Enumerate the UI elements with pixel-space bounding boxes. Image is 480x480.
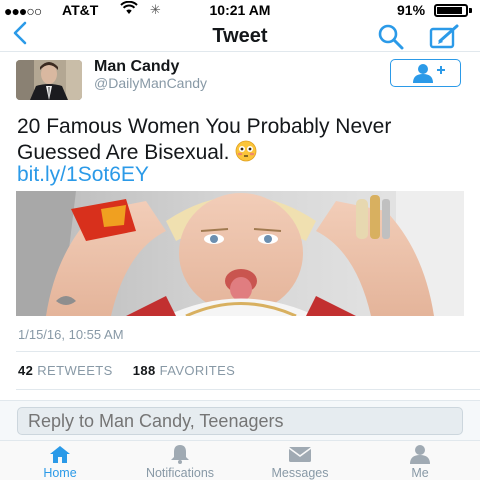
bell-icon [171,445,189,464]
envelope-icon [288,447,312,462]
divider [16,389,480,390]
media-photo [16,191,464,316]
compose-icon [429,24,459,49]
status-bar: ●●●○○ AT&T ✳ 10:21 AM 91% [0,0,480,20]
author-name[interactable]: Man Candy [94,58,179,76]
compose-button[interactable] [428,23,462,51]
reply-input[interactable] [17,407,463,435]
favorites-count: 188 [132,363,156,378]
battery-fill [437,7,463,14]
tab-messages[interactable]: Messages [250,441,350,480]
reply-bar [0,400,480,440]
battery-percentage: 91% [397,2,426,18]
tweet-timestamp: 1/15/16, 10:55 AM [18,327,124,342]
flushed-face-emoji-icon [235,140,257,162]
avatar[interactable] [16,60,82,100]
battery-icon [434,4,472,17]
avatar-photo [16,60,82,100]
home-icon [50,446,70,463]
follow-button[interactable] [390,59,461,87]
tweet-body: 20 Famous Women You Probably Never Guess… [17,115,392,164]
favorites-stat[interactable]: 188 FAVORITES [133,363,236,378]
tab-notifications[interactable]: Notifications [130,441,230,480]
tweet-link[interactable]: bit.ly/1Sot6EY [17,163,149,187]
tweet-stats: 42 RETWEETS 188 FAVORITES [18,363,235,378]
tab-bar: Home Notifications Messages Me [0,440,480,480]
tweet-media-image[interactable] [16,191,464,316]
retweets-stat[interactable]: 42 RETWEETS [18,363,113,378]
favorites-label: FAVORITES [159,363,236,378]
tab-me[interactable]: Me [370,441,470,480]
tweet-text: 20 Famous Women You Probably Never Guess… [17,114,467,166]
tab-label: Me [411,466,429,480]
divider [16,351,480,352]
retweets-count: 42 [18,363,34,378]
page-title: Tweet [212,25,268,47]
person-icon [410,445,430,464]
search-icon [378,24,404,50]
add-user-icon [413,64,445,83]
tab-home[interactable]: Home [10,441,110,480]
search-button[interactable] [374,23,408,51]
tab-label: Home [43,466,77,480]
retweets-label: RETWEETS [37,363,113,378]
author-handle[interactable]: @DailyManCandy [94,75,207,91]
tab-label: Notifications [145,466,215,480]
tab-label: Messages [271,466,329,480]
navigation-bar: Tweet [0,20,480,52]
